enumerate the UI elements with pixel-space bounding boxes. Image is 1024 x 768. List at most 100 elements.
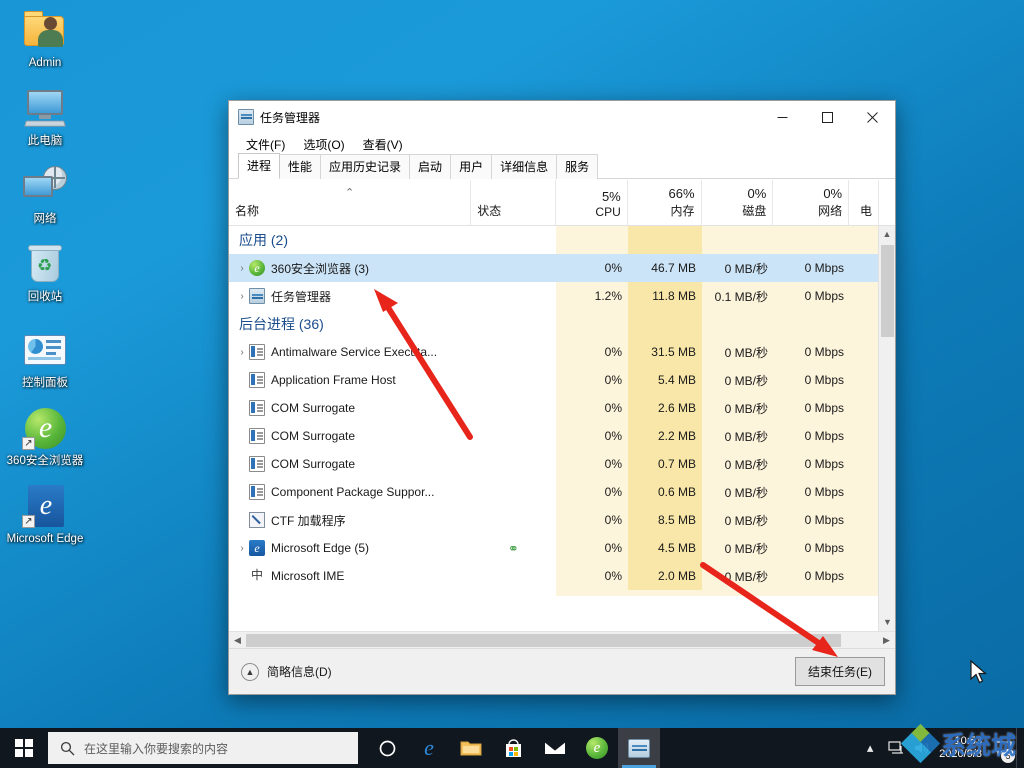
title-bar[interactable]: 任务管理器	[229, 101, 895, 133]
scroll-right-button[interactable]: ▶	[878, 635, 895, 646]
process-name: Microsoft Edge (5)	[271, 541, 369, 555]
desktop-icon-control-panel[interactable]: 控制面板	[6, 326, 84, 390]
table-row[interactable]: 中Microsoft IME0%2.0 MB0 MB/秒0 Mbps	[229, 562, 895, 590]
table-row[interactable]: ›任务管理器1.2%11.8 MB0.1 MB/秒0 Mbps	[229, 282, 895, 310]
tab-performance[interactable]: 性能	[279, 154, 321, 179]
expand-chevron-icon[interactable]: ›	[235, 543, 249, 554]
tab-details[interactable]: 详细信息	[491, 154, 557, 179]
row-cpu-cell-value: 0%	[605, 569, 622, 583]
tab-startup[interactable]: 启动	[409, 154, 451, 179]
tab-services[interactable]: 服务	[556, 154, 598, 179]
maximize-button[interactable]	[805, 102, 850, 133]
menu-view[interactable]: 查看(V)	[354, 134, 412, 155]
vertical-scrollbar[interactable]: ▲ ▼	[878, 226, 895, 631]
desktop-icon-network[interactable]: 网络	[6, 162, 84, 226]
row-disk-cell-value: 0.1 MB/秒	[715, 288, 768, 305]
system-tray: ▴ 10:53 2020/9/8 5	[857, 728, 1024, 768]
table-row[interactable]: ›eMicrosoft Edge (5)⚭0%4.5 MB0 MB/秒0 Mbp…	[229, 534, 895, 562]
sort-ascending-icon: ⌃	[345, 186, 354, 199]
row-disk-cell-value: 0 MB/秒	[725, 372, 768, 389]
fewer-details-button[interactable]: ▲ 简略信息(D)	[241, 663, 332, 681]
expand-chevron-icon[interactable]: ›	[235, 263, 249, 274]
desktop-icon-admin[interactable]: Admin	[6, 6, 84, 70]
taskbar-task-manager-button[interactable]	[618, 728, 660, 768]
start-button[interactable]	[0, 728, 48, 768]
search-input[interactable]: 在这里输入你要搜索的内容	[48, 732, 358, 764]
row-cpu-cell: 0%	[556, 562, 628, 590]
this-pc-icon	[21, 84, 69, 132]
table-row[interactable]: ›Antimalware Service Executa...0%31.5 MB…	[229, 338, 895, 366]
column-header-disk[interactable]: 0% 磁盘	[701, 180, 773, 225]
taskbar-360-browser-button[interactable]: e	[576, 728, 618, 768]
edge-icon: e	[424, 735, 434, 761]
efficiency-mode-leaf-icon: ⚭	[508, 542, 519, 555]
show-desktop-button[interactable]	[1016, 728, 1022, 768]
desktop-icon-label: Admin	[6, 57, 84, 70]
desktop-icon-360-browser[interactable]: e ↗ 360安全浏览器	[6, 404, 84, 468]
table-row[interactable]: Application Frame Host0%5.4 MB0 MB/秒0 Mb…	[229, 366, 895, 394]
column-header-status[interactable]: 状态	[470, 180, 555, 225]
scroll-down-button[interactable]: ▼	[879, 614, 895, 631]
taskbar-file-explorer-button[interactable]	[450, 728, 492, 768]
scroll-up-button[interactable]: ▲	[879, 226, 895, 243]
360-browser-icon: e	[586, 737, 608, 759]
column-header-cpu[interactable]: 5% CPU	[555, 180, 627, 225]
search-icon	[60, 741, 75, 756]
memory-total: 66%	[669, 186, 695, 202]
row-memory-cell-value: 31.5 MB	[651, 345, 696, 359]
network-tray-icon[interactable]	[883, 728, 909, 768]
table-row[interactable]: Component Package Suppor...0%0.6 MB0 MB/…	[229, 478, 895, 506]
vertical-scrollbar-thumb[interactable]	[881, 245, 894, 337]
clock-time: 10:53	[939, 735, 982, 748]
tab-users[interactable]: 用户	[450, 154, 492, 179]
table-row-partial[interactable]	[229, 590, 895, 596]
expand-chevron-icon[interactable]: ›	[235, 347, 249, 358]
row-metric-cell	[774, 590, 850, 596]
row-memory-cell: 31.5 MB	[628, 338, 702, 366]
desktop-icon-this-pc[interactable]: 此电脑	[6, 84, 84, 148]
row-cpu-cell: 0%	[556, 506, 628, 534]
column-header-name[interactable]: ⌃ 名称	[229, 180, 470, 225]
horizontal-scrollbar[interactable]: ◀ ▶	[229, 631, 895, 648]
menu-file[interactable]: 文件(F)	[237, 134, 294, 155]
table-row[interactable]: COM Surrogate0%2.6 MB0 MB/秒0 Mbps	[229, 394, 895, 422]
column-header-memory[interactable]: 66% 内存	[627, 180, 701, 225]
row-disk-cell: 0 MB/秒	[702, 366, 774, 394]
show-hidden-icons-chevron[interactable]: ▴	[857, 728, 883, 768]
taskbar-cortana-button[interactable]	[366, 728, 408, 768]
tab-app-history[interactable]: 应用历史记录	[320, 154, 410, 179]
process-rows[interactable]: 应用 (2)›e360安全浏览器 (3)0%46.7 MB0 MB/秒0 Mbp…	[229, 226, 895, 631]
column-header-network[interactable]: 0% 网络	[772, 180, 848, 225]
process-group-header[interactable]: 应用 (2)	[229, 226, 895, 254]
tab-processes[interactable]: 进程	[238, 153, 280, 179]
table-row[interactable]: COM Surrogate0%0.7 MB0 MB/秒0 Mbps	[229, 450, 895, 478]
close-button[interactable]	[850, 102, 895, 133]
process-group-header[interactable]: 后台进程 (36)	[229, 310, 895, 338]
expand-chevron-icon[interactable]: ›	[235, 291, 249, 302]
scroll-left-button[interactable]: ◀	[229, 635, 246, 646]
row-network-cell: 0 Mbps	[774, 366, 850, 394]
process-name: COM Surrogate	[271, 429, 355, 443]
column-header-power[interactable]: 电	[848, 180, 878, 225]
table-row[interactable]: COM Surrogate0%2.2 MB0 MB/秒0 Mbps	[229, 422, 895, 450]
taskbar-mail-button[interactable]	[534, 728, 576, 768]
taskbar-microsoft-store-button[interactable]	[492, 728, 534, 768]
volume-tray-icon[interactable]	[909, 728, 935, 768]
desktop-icon-recycle-bin[interactable]: ♻ 回收站	[6, 240, 84, 304]
minimize-button[interactable]	[760, 102, 805, 133]
notification-center-button[interactable]: 5	[990, 728, 1016, 768]
end-task-button[interactable]: 结束任务(E)	[795, 657, 885, 686]
fewer-details-label: 简略信息(D)	[267, 663, 332, 680]
desktop-icon-microsoft-edge[interactable]: e ↗ Microsoft Edge	[6, 482, 84, 546]
row-memory-cell: 2.6 MB	[628, 394, 702, 422]
table-row[interactable]: ›e360安全浏览器 (3)0%46.7 MB0 MB/秒0 Mbps	[229, 254, 895, 282]
disk-total: 0%	[748, 186, 767, 202]
network-icon	[21, 162, 69, 210]
row-cpu-cell	[556, 310, 628, 338]
taskbar-edge-button[interactable]: e	[408, 728, 450, 768]
desktop-icon-label: 网络	[6, 213, 84, 226]
table-row[interactable]: CTF 加载程序0%8.5 MB0 MB/秒0 Mbps	[229, 506, 895, 534]
horizontal-scrollbar-thumb[interactable]	[246, 634, 841, 647]
taskbar-clock[interactable]: 10:53 2020/9/8	[935, 728, 990, 768]
menu-options[interactable]: 选项(O)	[294, 134, 353, 155]
